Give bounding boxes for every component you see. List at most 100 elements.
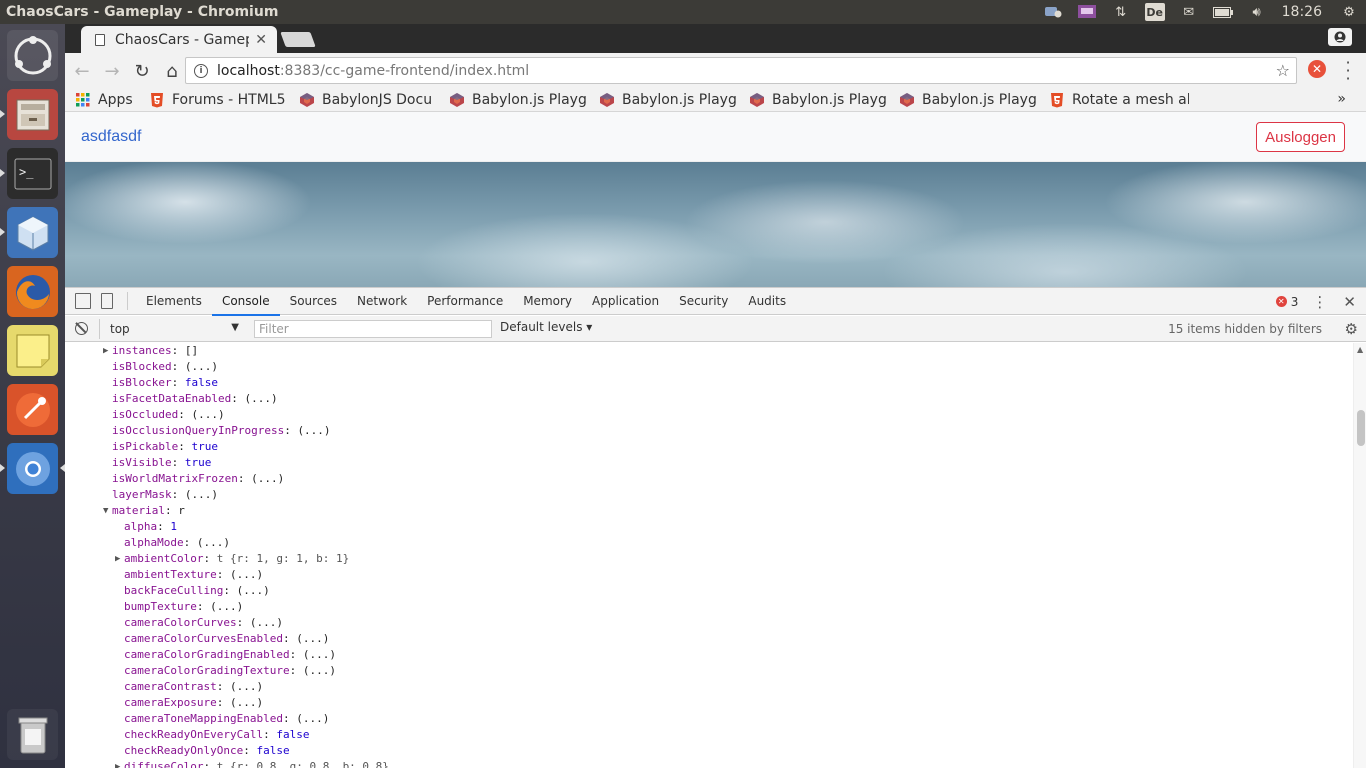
- console-property-row[interactable]: layerMask: (...): [65, 487, 1353, 503]
- filter-input[interactable]: Filter: [254, 320, 492, 338]
- clock[interactable]: 18:26: [1282, 4, 1322, 20]
- device-toolbar-icon[interactable]: [101, 293, 113, 309]
- devtools-tab-memory[interactable]: Memory: [513, 288, 582, 315]
- property-value: t {r: 0.8, g: 0.8, b: 0.8}: [216, 760, 389, 768]
- firefox-icon[interactable]: [7, 266, 58, 317]
- volume-icon[interactable]: 🔊︎: [1246, 4, 1268, 20]
- context-selector[interactable]: top ▼: [99, 319, 239, 339]
- home-button[interactable]: ⌂: [159, 58, 185, 84]
- bookmark-item[interactable]: Rotate a mesh al: [1049, 90, 1189, 110]
- ubuntu-dash-icon[interactable]: [7, 30, 58, 81]
- tab-chaoscars[interactable]: ChaosCars - Gamep ✕: [81, 26, 277, 53]
- console-property-row[interactable]: ▼ material: r: [65, 503, 1353, 519]
- reload-button[interactable]: ↻: [129, 58, 155, 84]
- error-count[interactable]: 3: [1291, 295, 1299, 309]
- scrollbar-thumb[interactable]: [1357, 410, 1365, 446]
- forward-button[interactable]: →: [99, 58, 125, 84]
- devtools-menu-icon[interactable]: ⋮: [1312, 293, 1327, 311]
- console-property-row[interactable]: bumpTexture: (...): [65, 599, 1353, 615]
- new-tab-button[interactable]: [280, 32, 316, 47]
- console-settings-gear-icon[interactable]: ⚙: [1345, 320, 1358, 338]
- devtools-tab-application[interactable]: Application: [582, 288, 669, 315]
- console-property-row[interactable]: ▶ instances: []: [65, 343, 1353, 359]
- expanded-triangle-icon[interactable]: ▼: [103, 503, 108, 519]
- console-property-row[interactable]: alphaMode: (...): [65, 535, 1353, 551]
- console-property-row[interactable]: ambientTexture: (...): [65, 567, 1353, 583]
- devtools-tab-console[interactable]: Console: [211, 288, 280, 316]
- bookmarks-overflow-button[interactable]: »: [1337, 91, 1346, 107]
- bookmark-item[interactable]: Babylon.js Playg: [449, 90, 589, 110]
- console-property-row[interactable]: cameraColorGradingEnabled: (...): [65, 647, 1353, 663]
- trash-icon[interactable]: [7, 709, 58, 760]
- keyboard-layout-indicator[interactable]: De: [1144, 3, 1166, 21]
- terminal-icon[interactable]: >_: [0, 148, 58, 199]
- bookmark-item[interactable]: Apps: [75, 90, 139, 110]
- console-property-row[interactable]: isOccluded: (...): [65, 407, 1353, 423]
- bookmark-item[interactable]: Babylon.js Playg: [599, 90, 739, 110]
- bookmark-item[interactable]: Forums - HTML5: [149, 90, 289, 110]
- address-bar[interactable]: i localhost:8383/cc-game-frontend/index.…: [185, 57, 1297, 84]
- console-property-row[interactable]: ▶ diffuseColor: t {r: 0.8, g: 0.8, b: 0.8…: [65, 759, 1353, 768]
- console-property-row[interactable]: cameraToneMappingEnabled: (...): [65, 711, 1353, 727]
- console-property-row[interactable]: isBlocked: (...): [65, 359, 1353, 375]
- console-property-row[interactable]: cameraColorCurves: (...): [65, 615, 1353, 631]
- sticky-notes-icon[interactable]: [7, 325, 58, 376]
- scroll-up-icon[interactable]: ▲: [1357, 345, 1363, 354]
- console-property-row[interactable]: backFaceCulling: (...): [65, 583, 1353, 599]
- console-property-row[interactable]: isPickable: true: [65, 439, 1353, 455]
- close-devtools-icon[interactable]: ✕: [1343, 293, 1356, 311]
- bookmark-item[interactable]: Babylon.js Playg: [899, 90, 1039, 110]
- console-property-row[interactable]: isVisible: true: [65, 455, 1353, 471]
- bookmark-item[interactable]: BabylonJS Docu: [299, 90, 439, 110]
- collapsed-triangle-icon[interactable]: ▶: [103, 343, 108, 359]
- console-property-row[interactable]: ▶ ambientColor: t {r: 1, g: 1, b: 1}: [65, 551, 1353, 567]
- collapsed-triangle-icon[interactable]: ▶: [115, 759, 120, 768]
- skype-icon[interactable]: [1042, 4, 1064, 20]
- console-property-row[interactable]: cameraColorGradingTexture: (...): [65, 663, 1353, 679]
- bookmark-star-icon[interactable]: ☆: [1276, 61, 1290, 80]
- devtools-tab-network[interactable]: Network: [347, 288, 417, 315]
- devtools-tab-audits[interactable]: Audits: [738, 288, 796, 315]
- indicator-app-icon[interactable]: [1076, 4, 1098, 20]
- console-property-row[interactable]: isOcclusionQueryInProgress: (...): [65, 423, 1353, 439]
- console-property-row[interactable]: alpha: 1: [65, 519, 1353, 535]
- bookmark-item[interactable]: Babylon.js Playg: [749, 90, 889, 110]
- brand-link[interactable]: asdfasdf: [81, 128, 141, 146]
- battery-icon[interactable]: [1212, 4, 1234, 20]
- console-property-row[interactable]: isFacetDataEnabled: (...): [65, 391, 1353, 407]
- chromium-icon[interactable]: [0, 443, 65, 494]
- files-icon[interactable]: [0, 89, 58, 140]
- running-indicator: [0, 228, 5, 236]
- site-info-icon[interactable]: i: [194, 63, 208, 78]
- error-icon[interactable]: ✕: [1275, 296, 1287, 307]
- extension-icon[interactable]: ✕: [1308, 60, 1326, 78]
- logout-button[interactable]: Ausloggen: [1256, 122, 1345, 152]
- game-canvas[interactable]: [65, 162, 1366, 287]
- console-property-row[interactable]: isBlocker: false: [65, 375, 1353, 391]
- devtools-tab-sources[interactable]: Sources: [280, 288, 347, 315]
- console-property-row[interactable]: cameraContrast: (...): [65, 679, 1353, 695]
- profile-icon[interactable]: [1328, 28, 1352, 46]
- clear-console-icon[interactable]: [75, 322, 88, 335]
- devtools-tab-elements[interactable]: Elements: [136, 288, 212, 315]
- console-property-row[interactable]: checkReadyOnlyOnce: false: [65, 743, 1353, 759]
- console-property-row[interactable]: isWorldMatrixFrozen: (...): [65, 471, 1353, 487]
- browser-menu-icon[interactable]: · · ·: [1343, 55, 1353, 87]
- console-property-row[interactable]: cameraExposure: (...): [65, 695, 1353, 711]
- console-property-row[interactable]: cameraColorCurvesEnabled: (...): [65, 631, 1353, 647]
- virtualbox-icon[interactable]: [0, 207, 58, 258]
- console-property-row[interactable]: checkReadyOnEveryCall: false: [65, 727, 1353, 743]
- log-levels-dropdown[interactable]: Default levels ▾: [500, 320, 592, 334]
- back-button[interactable]: ←: [69, 58, 95, 84]
- mail-icon[interactable]: ✉: [1178, 4, 1200, 20]
- close-tab-icon[interactable]: ✕: [255, 32, 267, 48]
- inspect-element-icon[interactable]: [75, 293, 91, 309]
- devtools-tab-performance[interactable]: Performance: [417, 288, 513, 315]
- devtools-tab-security[interactable]: Security: [669, 288, 738, 315]
- postman-icon[interactable]: [7, 384, 58, 435]
- collapsed-triangle-icon[interactable]: ▶: [115, 551, 120, 567]
- console-output[interactable]: ▶ instances: [] isBlocked: (...) isBlocker:…: [65, 343, 1353, 768]
- network-transfer-icon[interactable]: ⇅: [1110, 4, 1132, 20]
- console-scrollbar[interactable]: ▲: [1353, 343, 1366, 768]
- power-gear-icon[interactable]: ⚙: [1338, 4, 1360, 20]
